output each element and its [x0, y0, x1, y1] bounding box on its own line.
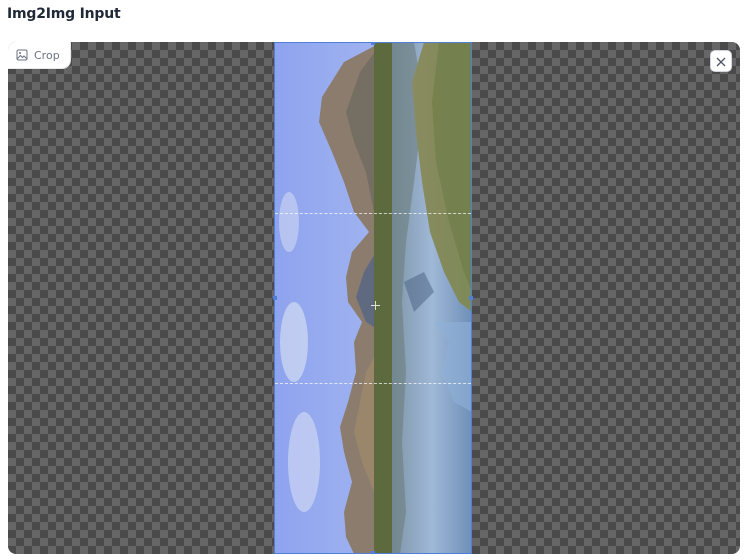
uploaded-image[interactable] — [274, 42, 472, 554]
close-button[interactable] — [710, 50, 732, 72]
crop-tool-button[interactable]: Crop — [8, 42, 70, 68]
image-editor-canvas[interactable]: Crop — [8, 42, 740, 554]
image-icon — [16, 49, 28, 61]
panel-title: Img2Img Input — [7, 6, 121, 22]
close-icon — [716, 52, 726, 71]
crop-tool-label: Crop — [34, 48, 60, 62]
